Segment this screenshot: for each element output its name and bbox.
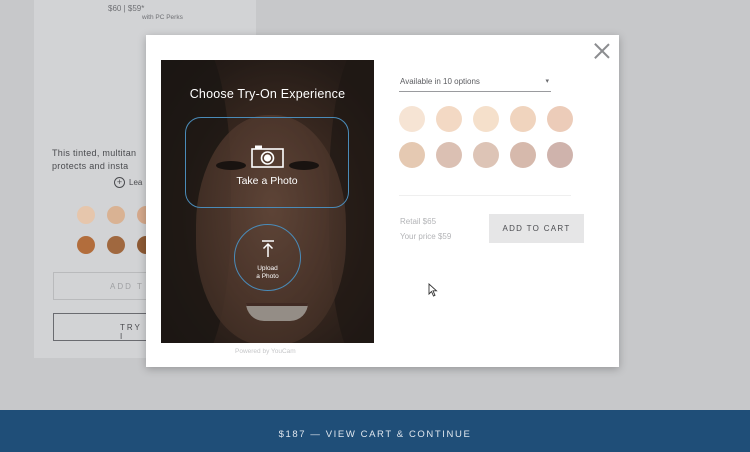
retail-price: Retail $65: [400, 217, 437, 226]
upload-icon: [262, 240, 274, 257]
try-on-title: Choose Try-On Experience: [189, 87, 346, 101]
shade-options-dropdown[interactable]: Available in 10 options ▾: [399, 77, 551, 92]
learn-more-label: Lea: [129, 178, 143, 187]
try-on-modal: Choose Try-On Experience Take a Photo Up…: [146, 35, 619, 367]
shade-swatch-10[interactable]: [547, 142, 573, 168]
chevron-down-icon: ▾: [545, 78, 549, 85]
divider: [399, 195, 571, 196]
shade-swatch-8[interactable]: [473, 142, 499, 168]
bg-swatch-1[interactable]: [77, 206, 95, 224]
camera-icon: [251, 145, 284, 168]
pc-perks-note: with PC Perks: [142, 14, 183, 21]
mouse-cursor-icon: [428, 283, 438, 297]
shade-swatch-5[interactable]: [547, 106, 573, 132]
bg-add-to-bag-button[interactable]: ADD T: [53, 272, 147, 300]
your-price: Your price $59: [400, 232, 452, 241]
shade-swatch-2[interactable]: [436, 106, 462, 132]
shade-swatch-1[interactable]: [399, 106, 425, 132]
learn-more-link[interactable]: + Lea: [114, 177, 142, 188]
take-photo-label: Take a Photo: [236, 175, 298, 187]
bg-swatch-5[interactable]: [107, 236, 125, 254]
bg-swatch-4[interactable]: [77, 236, 95, 254]
add-to-cart-button[interactable]: ADD TO CART: [489, 214, 584, 243]
product-description: This tinted, multitan protects and insta: [52, 148, 137, 171]
upload-photo-button[interactable]: Upload a Photo: [234, 224, 301, 291]
powered-by-youcam: Powered by YouCam: [235, 348, 296, 355]
shade-swatch-4[interactable]: [510, 106, 536, 132]
shade-swatch-6[interactable]: [399, 142, 425, 168]
upload-photo-label: Upload a Photo: [256, 265, 279, 280]
product-price: $60 | $59*: [108, 4, 145, 13]
take-photo-button[interactable]: Take a Photo: [185, 117, 349, 208]
bg-swatch-2[interactable]: [107, 206, 125, 224]
shade-swatch-3[interactable]: [473, 106, 499, 132]
close-icon[interactable]: [594, 43, 610, 59]
shade-swatch-9[interactable]: [510, 142, 536, 168]
model-photo-panel: Choose Try-On Experience Take a Photo Up…: [161, 60, 374, 343]
shade-swatch-7[interactable]: [436, 142, 462, 168]
bg-try-it-on-button[interactable]: TRY I: [53, 313, 147, 341]
plus-circle-icon: +: [114, 177, 125, 188]
view-cart-continue-bar[interactable]: $187 — VIEW CART & CONTINUE: [0, 410, 750, 452]
shade-options-label: Available in 10 options: [400, 77, 480, 86]
